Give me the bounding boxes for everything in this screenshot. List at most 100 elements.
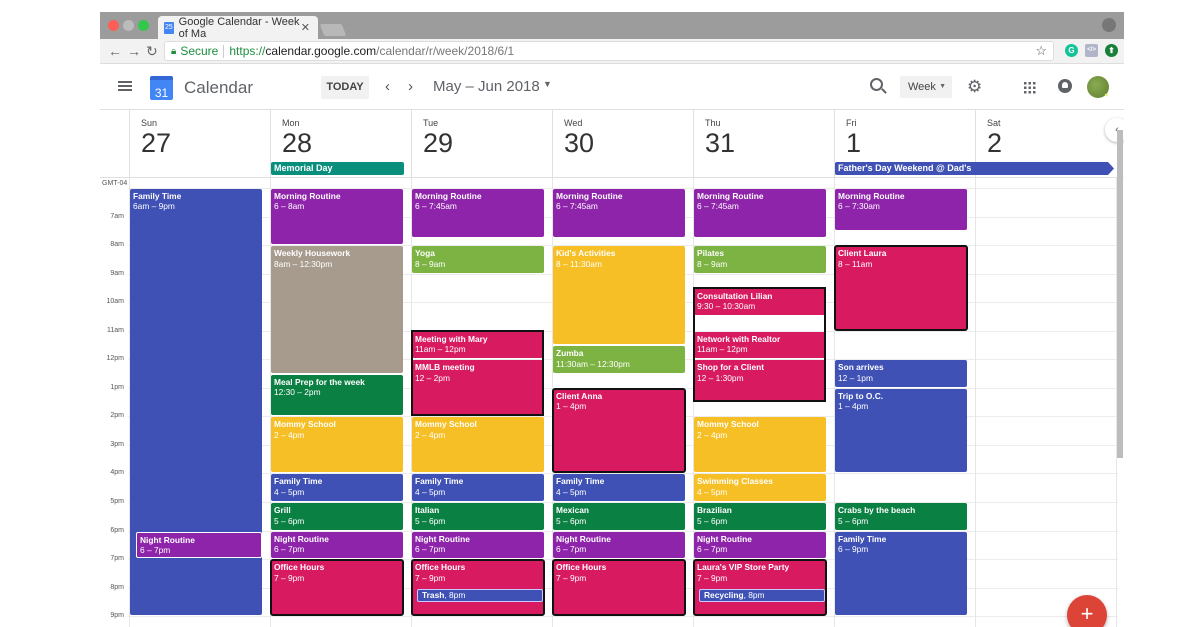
day-name: Sat bbox=[987, 118, 1001, 128]
main-menu-icon[interactable] bbox=[118, 81, 132, 91]
calendar-event[interactable]: Client Laura 8 – 11am bbox=[834, 245, 968, 331]
browser-profile-icon[interactable] bbox=[1102, 18, 1116, 32]
calendar-event[interactable]: Night Routine 6 – 7pm bbox=[553, 531, 685, 559]
calendar-event[interactable]: Mommy School 2 – 4pm bbox=[412, 417, 544, 473]
calendar-event[interactable]: Pilates 8 – 9am bbox=[694, 246, 826, 273]
calendar-event[interactable]: Mexican 5 – 6pm bbox=[553, 503, 685, 530]
calendar-event[interactable]: Brazilian 5 – 6pm bbox=[694, 503, 826, 530]
calendar-event[interactable]: Family Time 6 – 9pm bbox=[835, 531, 967, 616]
browser-tab[interactable]: 25 Google Calendar - Week of Ma ✕ bbox=[158, 16, 318, 40]
calendar-event[interactable]: Zumba 11:30am – 12:30pm bbox=[553, 346, 685, 373]
calendar-event[interactable]: Mommy School 2 – 4pm bbox=[271, 417, 403, 473]
day-header-sun[interactable]: Sun 27 bbox=[129, 110, 270, 178]
calendar-event[interactable]: Morning Routine 6 – 7:45am bbox=[553, 188, 685, 237]
calendar-event[interactable]: Morning Routine 6 – 7:30am bbox=[835, 188, 967, 230]
event-time: 5 – 6pm bbox=[838, 515, 869, 526]
day-date[interactable]: 28 bbox=[282, 128, 312, 159]
day-header-thu[interactable]: Thu 31 bbox=[693, 110, 834, 178]
day-date[interactable]: 29 bbox=[423, 128, 453, 159]
day-column-divider bbox=[975, 178, 976, 627]
calendar-event[interactable]: Mommy School 2 – 4pm bbox=[694, 417, 826, 473]
new-tab-button[interactable] bbox=[319, 24, 347, 36]
today-button[interactable]: TODAY bbox=[321, 76, 369, 99]
calendar-event[interactable]: Client Anna 1 – 4pm bbox=[552, 387, 686, 474]
all-day-event[interactable]: Father's Day Weekend @ Dad's bbox=[835, 162, 1114, 175]
gear-icon[interactable]: ⚙ bbox=[967, 78, 982, 95]
event-title: Yoga bbox=[415, 248, 435, 259]
calendar-event[interactable]: Kid's Activities 8 – 11:30am bbox=[553, 246, 685, 344]
calendar-event[interactable]: Shop for a Client 12 – 1:30pm bbox=[694, 360, 826, 402]
calendar-event[interactable]: Morning Routine 6 – 8am bbox=[271, 188, 403, 245]
grammarly-extension-icon[interactable]: G bbox=[1065, 44, 1078, 57]
event-title: Meal Prep for the week bbox=[274, 376, 365, 387]
event-time: 6 – 9pm bbox=[838, 544, 869, 555]
all-day-event[interactable]: Memorial Day bbox=[271, 162, 404, 175]
upload-extension-icon[interactable]: ⬆ bbox=[1105, 44, 1118, 57]
notifications-icon[interactable] bbox=[1058, 79, 1072, 93]
calendar-event[interactable]: Italian 5 – 6pm bbox=[412, 503, 544, 530]
calendar-event[interactable]: Office Hours 7 – 9pm bbox=[270, 559, 404, 617]
apps-grid-icon[interactable] bbox=[1023, 81, 1036, 94]
day-date[interactable]: 31 bbox=[705, 128, 735, 159]
calendar-event[interactable]: Night Routine 6 – 7pm bbox=[412, 531, 544, 559]
reload-icon[interactable]: ↻ bbox=[146, 43, 158, 60]
reminder-chip[interactable]: Recycling, 8pm bbox=[699, 588, 825, 602]
calendar-event[interactable]: Office Hours 7 – 9pm bbox=[411, 559, 545, 617]
create-event-button[interactable]: + bbox=[1067, 595, 1107, 627]
calendar-event[interactable]: Yoga 8 – 9am bbox=[412, 246, 544, 273]
calendar-event[interactable]: Consultation Lilian 9:30 – 10:30am bbox=[694, 288, 826, 316]
day-name: Mon bbox=[282, 118, 300, 128]
forward-icon[interactable]: → bbox=[127, 43, 141, 59]
hour-label: 7pm bbox=[110, 555, 124, 562]
next-week-button[interactable]: › bbox=[408, 78, 413, 95]
calendar-event[interactable]: Morning Routine 6 – 7:45am bbox=[694, 188, 826, 237]
date-range-dropdown-icon[interactable]: ▼ bbox=[543, 79, 552, 89]
reminder-chip[interactable]: Trash, 8pm bbox=[417, 588, 543, 602]
url-input[interactable]: 🔒︎ Secure https:// calendar.google.com /… bbox=[164, 41, 1054, 61]
day-header-wed[interactable]: Wed 30 bbox=[552, 110, 693, 178]
lock-icon: 🔒︎ bbox=[171, 45, 177, 57]
code-extension-icon[interactable]: </> bbox=[1085, 44, 1098, 57]
day-date[interactable]: 30 bbox=[564, 128, 594, 159]
back-icon[interactable]: ← bbox=[108, 43, 122, 59]
calendar-event[interactable]: Family Time 4 – 5pm bbox=[412, 474, 544, 502]
calendar-event[interactable]: Crabs by the beach 5 – 6pm bbox=[835, 503, 967, 530]
event-title: Son arrives bbox=[838, 362, 884, 373]
calendar-event[interactable]: Meal Prep for the week 12:30 – 2pm bbox=[271, 374, 403, 416]
calendar-event[interactable]: Office Hours 7 – 9pm bbox=[552, 559, 686, 617]
calendar-event[interactable]: Laura's VIP Store Party 7 – 9pm bbox=[693, 559, 827, 617]
calendar-event[interactable]: Night Routine 6 – 7pm bbox=[271, 531, 403, 559]
calendar-event[interactable]: Night Routine 6 – 7pm bbox=[694, 531, 826, 559]
calendar-header: 31 Calendar TODAY ‹ › May – Jun 2018 ▼ W… bbox=[100, 65, 1124, 110]
bookmark-star-icon[interactable]: ☆ bbox=[1035, 43, 1047, 59]
minimize-window-button[interactable] bbox=[123, 20, 134, 31]
search-icon[interactable] bbox=[870, 78, 883, 91]
calendar-event[interactable]: Meeting with Mary 11am – 12pm bbox=[412, 331, 544, 359]
day-date[interactable]: 2 bbox=[987, 128, 1002, 159]
view-selector[interactable]: Week ▼ bbox=[900, 76, 952, 98]
calendar-event[interactable]: Morning Routine 6 – 7:45am bbox=[412, 188, 544, 237]
calendar-event[interactable]: Family Time 4 – 5pm bbox=[553, 474, 685, 502]
calendar-event[interactable]: Night Routine 6 – 7pm bbox=[136, 531, 262, 559]
date-range-title[interactable]: May – Jun 2018 bbox=[433, 78, 540, 95]
day-date[interactable]: 27 bbox=[141, 128, 171, 159]
previous-week-button[interactable]: ‹ bbox=[385, 78, 390, 95]
calendar-event[interactable]: Grill 5 – 6pm bbox=[271, 503, 403, 530]
vertical-scrollbar[interactable] bbox=[1117, 130, 1123, 458]
event-title: Swimming Classes bbox=[697, 476, 773, 487]
maximize-window-button[interactable] bbox=[138, 20, 149, 31]
calendar-event[interactable]: Network with Realtor 11am – 12pm bbox=[694, 331, 826, 359]
calendar-event[interactable]: Family Time 4 – 5pm bbox=[271, 474, 403, 502]
calendar-event[interactable]: Trip to O.C. 1 – 4pm bbox=[835, 388, 967, 473]
day-name: Tue bbox=[423, 118, 439, 128]
day-date[interactable]: 1 bbox=[846, 128, 861, 159]
event-title: Italian bbox=[415, 505, 440, 516]
day-header-tue[interactable]: Tue 29 bbox=[411, 110, 552, 178]
calendar-event[interactable]: Son arrives 12 – 1pm bbox=[835, 360, 967, 387]
calendar-event[interactable]: Weekly Housework 8am – 12:30pm bbox=[271, 246, 403, 373]
calendar-event[interactable]: Swimming Classes 4 – 5pm bbox=[694, 474, 826, 502]
close-tab-icon[interactable]: ✕ bbox=[301, 21, 310, 34]
close-window-button[interactable] bbox=[108, 20, 119, 31]
calendar-event[interactable]: MMLB meeting 12 – 2pm bbox=[412, 360, 544, 416]
avatar[interactable] bbox=[1087, 76, 1109, 99]
